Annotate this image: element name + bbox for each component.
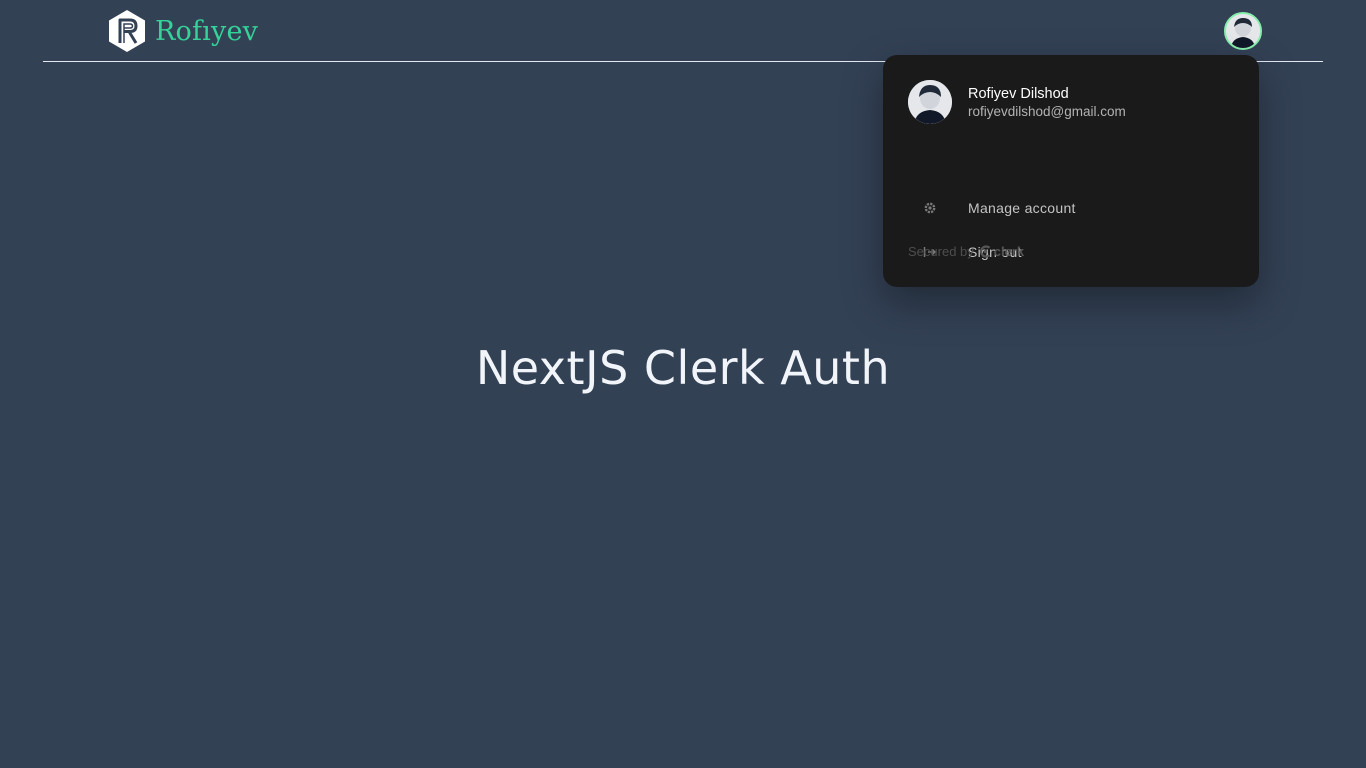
secured-by-text: Secured by [908, 244, 974, 259]
clerk-provider-text: clerk [993, 244, 1025, 259]
gear-icon [910, 201, 950, 215]
user-avatar-button[interactable] [1224, 12, 1262, 50]
user-full-name: Rofiyev Dilshod [968, 85, 1069, 102]
clerk-logo[interactable]: clerk [979, 244, 1024, 259]
user-email: rofiyevdilshod@gmail.com [968, 103, 1126, 119]
brand-name: Rofıyev [155, 15, 259, 47]
user-photo-icon [908, 80, 952, 124]
hexagon-r-logo-icon [109, 10, 145, 52]
page: Rofıyev Rofiyev Dilshod rofiyevdilshod@g… [0, 0, 1366, 768]
manage-account-button[interactable]: Manage account [883, 188, 1259, 228]
top-navbar: Rofıyev [43, 0, 1323, 62]
page-title: NextJS Clerk Auth [475, 341, 891, 395]
menu-avatar [908, 80, 952, 124]
clerk-icon [979, 245, 991, 258]
secured-by-footer: Secured by clerk [908, 244, 1024, 259]
user-menu-profile: Rofiyev Dilshod rofiyevdilshod@gmail.com [908, 80, 1126, 124]
user-avatar-icon [1226, 14, 1260, 48]
manage-account-label: Manage account [968, 200, 1076, 216]
brand-home-link[interactable]: Rofıyev [107, 8, 258, 54]
user-menu-popover: Rofiyev Dilshod rofiyevdilshod@gmail.com… [883, 55, 1259, 287]
